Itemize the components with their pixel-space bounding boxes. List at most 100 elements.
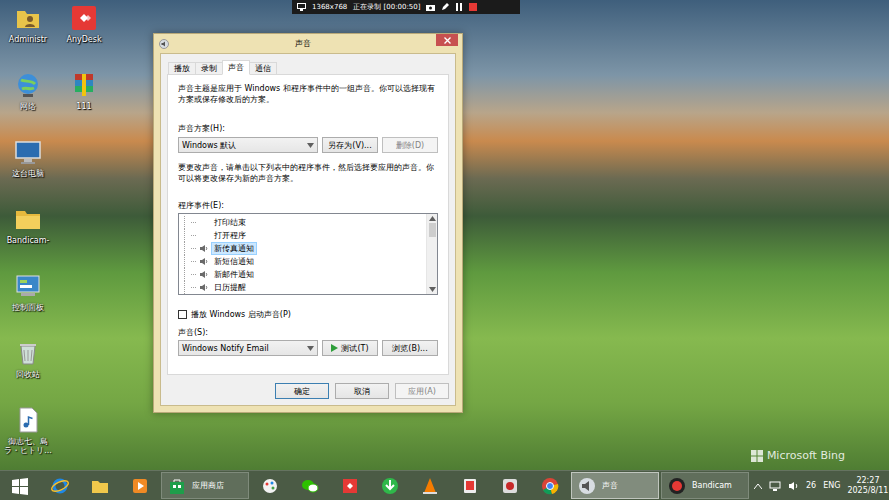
taskbar-item[interactable] [41, 472, 79, 499]
desktop-icon-label: Administr [2, 35, 54, 44]
input-language[interactable]: ENG [823, 481, 840, 490]
desktop-icon-label: AnyDesk [58, 35, 110, 44]
network-icon [13, 70, 43, 100]
taskbar-item[interactable] [121, 472, 159, 499]
dropdown-arrow-icon[interactable] [307, 346, 314, 351]
pause-icon[interactable] [455, 3, 463, 11]
taskbar-item[interactable] [531, 472, 569, 499]
desktop-icon[interactable]: Bandicam- [2, 204, 54, 271]
window-title: 声音 [169, 38, 436, 49]
desktop-icon[interactable]: 回收站 [2, 338, 54, 405]
taskbar-item[interactable] [251, 472, 289, 499]
scheme-description: 声音主题是应用于 Windows 和程序事件中的一组声音。你可以选择现有方案或保… [178, 83, 438, 105]
scroll-track [429, 221, 436, 287]
dialog-button[interactable]: 确定 [275, 383, 329, 399]
sound-icon [159, 39, 169, 49]
taskbar-item[interactable] [81, 472, 119, 499]
event-row[interactable]: 打开程序 [181, 229, 426, 242]
dropdown-arrow-icon[interactable] [307, 143, 314, 148]
taskbar-item[interactable]: 声音 [571, 472, 659, 499]
taskbar-item[interactable]: Bandicam [661, 472, 749, 499]
tab[interactable]: 播放 [168, 62, 196, 75]
scrollbar[interactable] [426, 214, 437, 294]
dialog-client: 播放录制声音通信声音主题是应用于 Windows 和程序事件中的一组声音。你可以… [160, 53, 456, 406]
network-icon[interactable] [769, 481, 781, 491]
desktop-icon-label: 网络 [2, 102, 54, 111]
desktop-icon[interactable]: Administr [2, 3, 54, 70]
event-row[interactable]: 新短信通知 [181, 255, 426, 268]
anydesk-icon [340, 476, 360, 496]
stop-icon[interactable] [469, 3, 477, 11]
events-label: 程序事件(E): [178, 200, 438, 211]
taskbar-item[interactable] [411, 472, 449, 499]
tab[interactable]: 声音 [222, 60, 250, 75]
event-row[interactable]: 新邮件通知 [181, 268, 426, 281]
event-row[interactable]: 日历提醒 [181, 281, 426, 294]
pencil-icon[interactable] [441, 3, 449, 11]
desktop-icon[interactable]: 网络 [2, 70, 54, 137]
taskbar-label: 应用商店 [192, 480, 224, 491]
volume-icon[interactable] [788, 481, 799, 491]
taskbar-item[interactable]: 应用商店 [161, 472, 249, 499]
screen: Administr 网络这台电脑 Bandicam- 控制面板回收站御志七、島ラ・ヒト… [0, 0, 889, 500]
tree-line [191, 287, 196, 288]
event-label: 新传真通知 [211, 242, 257, 255]
taskbar-item[interactable] [1, 472, 39, 499]
scheme-select[interactable]: Windows 默认 [178, 137, 318, 153]
taskbar-item[interactable] [371, 472, 409, 499]
scroll-up-icon[interactable] [429, 216, 436, 221]
wechat-icon [300, 476, 320, 496]
scroll-thumb[interactable] [429, 223, 436, 237]
taskbar-item[interactable] [451, 472, 489, 499]
desktop-icon[interactable]: 控制面板 [2, 271, 54, 338]
tab[interactable]: 通信 [249, 62, 277, 75]
event-icon-slot [199, 218, 208, 227]
desktop-icon-label: 御志七、島ラ・ヒトリ... [2, 437, 54, 455]
system-tray: 26 ENG 22:272025/8/11 [750, 471, 889, 500]
desktop-icon[interactable]: 111 [58, 70, 110, 137]
taskbar: 应用商店 声音Bandicam 26 ENG 22:272025/8/11 [0, 470, 889, 500]
recorder-status: 正在录制 [00:00:50] [353, 2, 420, 12]
tablet-icon [460, 476, 480, 496]
camera-icon[interactable] [426, 3, 435, 11]
desktop-icon[interactable]: 这台电脑 [2, 137, 54, 204]
desktop-icon[interactable]: AnyDesk [58, 3, 110, 70]
clock[interactable]: 22:272025/8/11 [847, 476, 888, 496]
play-icon [331, 344, 338, 352]
recorder-bar: 1368x768正在录制 [00:00:50] [292, 0, 520, 14]
event-label: 日历提醒 [211, 281, 249, 294]
sound-select[interactable]: Windows Notify Email [178, 340, 318, 356]
show-hidden-icon[interactable] [754, 483, 762, 489]
tray-badge[interactable]: 26 [806, 481, 816, 490]
sound-button[interactable]: 浏览(B)... [382, 340, 438, 356]
scroll-down-icon[interactable] [429, 287, 436, 292]
speaker-icon [199, 270, 208, 279]
startup-sound-checkbox[interactable] [178, 310, 187, 319]
event-icon-slot [199, 257, 208, 266]
sound-button[interactable]: 测试(T) [322, 340, 378, 356]
desktop-icon-label: Bandicam- [2, 236, 54, 245]
startup-sound-row[interactable]: 播放 Windows 启动声音(P) [178, 309, 438, 320]
dialog-buttons: 确定取消应用(A) [167, 375, 449, 399]
desktop-icon-label: 这台电脑 [2, 169, 54, 178]
tab[interactable]: 录制 [195, 62, 223, 75]
dialog-button[interactable]: 取消 [335, 383, 389, 399]
dialog-button[interactable]: 应用(A) [395, 383, 449, 399]
tab-row: 播放录制声音通信 [167, 60, 449, 74]
taskbar-item[interactable] [491, 472, 529, 499]
tree-line [191, 274, 196, 275]
event-row[interactable]: 打印结束 [181, 216, 426, 229]
clock-time: 22:27 [856, 476, 879, 486]
event-row[interactable]: 新传真通知 [181, 242, 426, 255]
taskbar-item[interactable] [291, 472, 329, 499]
paint-icon [260, 476, 280, 496]
tab-panel: 声音主题是应用于 Windows 和程序事件中的一组声音。你可以选择现有方案或保… [167, 74, 449, 375]
scheme-button[interactable]: 删除(D) [382, 137, 438, 153]
scheme-value: Windows 默认 [182, 140, 304, 151]
close-button[interactable] [436, 34, 458, 46]
desktop-icon[interactable]: 御志七、島ラ・ヒトリ... [2, 405, 54, 472]
taskbar-item[interactable] [331, 472, 369, 499]
download-icon [380, 476, 400, 496]
clock-date: 2025/8/11 [847, 486, 888, 496]
scheme-button[interactable]: 另存为(V)... [322, 137, 378, 153]
